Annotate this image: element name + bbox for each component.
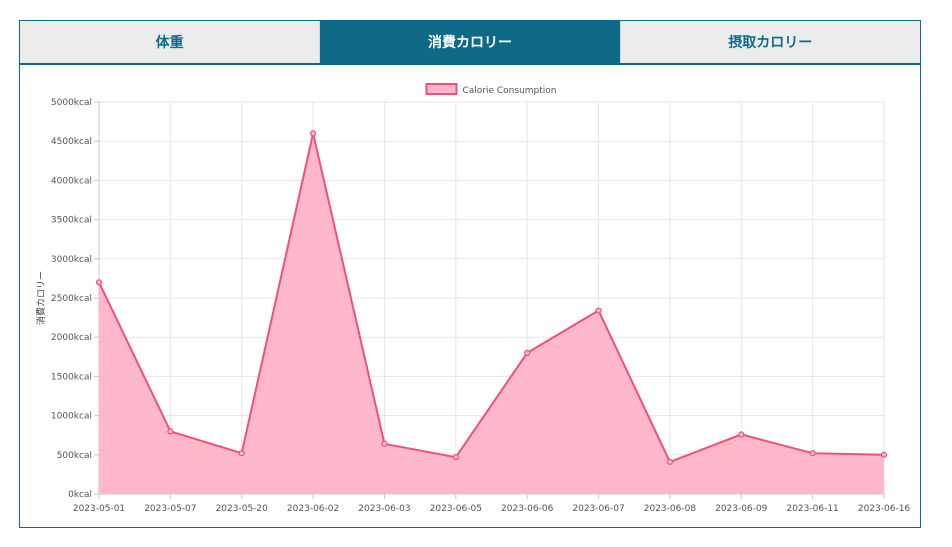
- series-area-fill: [99, 133, 884, 494]
- y-tick-label: 3500kcal: [51, 216, 92, 226]
- data-point: [95, 279, 103, 286]
- x-tick-label: 2023-06-11: [786, 504, 838, 514]
- data-point: [167, 428, 174, 435]
- y-axis-ticks: 0kcal 500kcal 1000kcal 1500kcal 2000kcal 2500…: [51, 98, 92, 500]
- x-tick-label: 2023-06-05: [430, 504, 482, 514]
- data-point: [309, 130, 317, 137]
- y-tick-label: 4000kcal: [51, 176, 92, 186]
- x-tick-label: 2023-06-07: [572, 504, 624, 514]
- x-tick-label: 2023-06-09: [715, 504, 768, 514]
- legend-swatch: [425, 83, 458, 95]
- y-tick-label: 5000kcal: [51, 98, 92, 108]
- x-tick-label: 2023-06-03: [358, 504, 410, 514]
- y-tick-label: 500kcal: [57, 451, 92, 461]
- x-tick-label: 2023-06-02: [287, 504, 339, 514]
- y-tick-label: 1000kcal: [51, 412, 92, 422]
- chart-legend: Calorie Consumption: [425, 83, 557, 96]
- x-tick-label: 2023-05-07: [144, 504, 196, 514]
- y-tick-label: 4500kcal: [51, 137, 92, 147]
- y-tick-label: 3000kcal: [51, 255, 92, 265]
- data-point: [381, 440, 388, 447]
- data-point: [666, 458, 674, 465]
- calorie-chart: 0kcal 500kcal 1000kcal 1500kcal 2000kcal 2500…: [35, 83, 911, 514]
- x-tick-label: 2023-06-08: [644, 504, 697, 514]
- data-point: [809, 450, 816, 457]
- y-tick-label: 1500kcal: [51, 372, 92, 382]
- y-tick-label: 0kcal: [68, 490, 92, 500]
- x-tick-label: 2023-06-16: [858, 504, 911, 514]
- legend-label: Calorie Consumption: [462, 86, 556, 96]
- data-point: [452, 454, 459, 461]
- y-axis-label: 消費カロリー: [35, 271, 47, 325]
- x-tick-label: 2023-05-20: [216, 504, 269, 514]
- data-point: [524, 349, 531, 356]
- y-tick-label: 2000kcal: [51, 333, 92, 343]
- data-point: [880, 451, 888, 458]
- y-tick-label: 2500kcal: [51, 294, 92, 304]
- data-point: [595, 307, 602, 314]
- data-point: [738, 431, 745, 438]
- x-tick-label: 2023-05-01: [73, 504, 125, 514]
- x-axis-ticks: 2023-05-01 2023-05-07 2023-05-20 2023-06-02…: [73, 504, 911, 514]
- x-tick-label: 2023-06-06: [501, 504, 554, 514]
- data-point: [238, 450, 245, 457]
- chart-area-layer: [98, 132, 885, 494]
